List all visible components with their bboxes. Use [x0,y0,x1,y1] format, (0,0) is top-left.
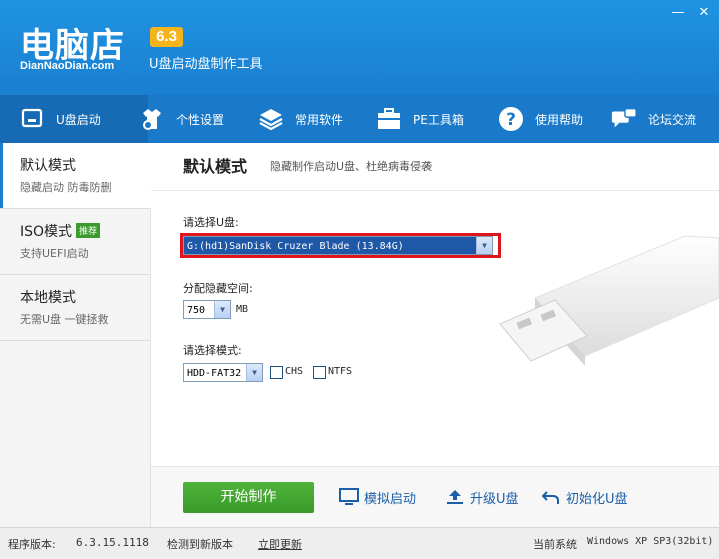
new-version-text: 检测到新版本 [167,538,233,551]
recommended-badge: 推荐 [76,223,101,238]
mode-select-value: HDD-FAT32 [187,368,242,379]
sidebar-item-default-mode[interactable]: 默认模式 隐藏启动 防毒防删 [0,143,151,209]
chs-checkbox[interactable] [270,366,283,379]
close-icon[interactable]: ✕ [697,6,711,20]
nav-item-label: PE工具箱 [413,112,464,127]
nav-item-label: 使用帮助 [535,112,584,127]
nav-item-software[interactable]: 常用软件 [257,95,343,143]
status-bar: 程序版本: 6.3.15.1118 检测到新版本 立即更新 当前系统 Windo… [0,527,719,559]
app-window: 电脑店 DianNaoDian.com 6.3 U盘启动盘制作工具 — ✕ U盘… [0,0,719,559]
nav-item-label: 常用软件 [295,112,344,127]
stack-layers-icon [257,105,285,133]
page-subtitle: 隐藏制作启动U盘、杜绝病毒侵袭 [270,160,433,173]
main-nav: U盘启动 个性设置 常用软件 PE工具箱 ? 使用帮助 论坛交流 [0,95,719,143]
svg-text:?: ? [506,110,516,130]
sidebar-item-desc: 支持UEFI启动 [20,247,89,260]
help-icon: ? [497,105,525,133]
page-title: 默认模式 [183,157,248,176]
shirt-gear-icon [138,105,166,133]
divider [151,190,719,191]
mode-select[interactable]: HDD-FAT32 ▼ [183,363,263,382]
hidden-space-label: 分配隐藏空间: [183,282,253,295]
highlight-box [180,233,501,258]
minimize-icon[interactable]: — [671,6,685,20]
chs-label: CHS [285,366,304,377]
system-label: 当前系统 [533,538,577,551]
update-now-link[interactable]: 立即更新 [258,536,302,552]
sidebar-item-iso-mode[interactable]: ISO模式 推荐 支持UEFI启动 [0,209,150,275]
sidebar: 默认模式 隐藏启动 防毒防删 ISO模式 推荐 支持UEFI启动 本地模式 无需U… [0,143,151,527]
undo-icon [541,491,559,504]
sidebar-item-title: 默认模式 [20,158,76,174]
init-usb-label: 初始化U盘 [566,491,628,507]
nav-item-pe-toolbox[interactable]: PE工具箱 [375,95,464,143]
version-label: 程序版本: [8,538,56,551]
select-drive-label: 请选择U盘: [183,216,239,229]
usb-illustration [499,235,719,366]
sidebar-item-desc: 隐藏启动 防毒防删 [20,181,112,194]
nav-item-forum[interactable]: 论坛交流 [610,95,696,143]
hidden-space-unit: MB [236,304,249,315]
ntfs-label: NTFS [328,366,353,377]
header: 电脑店 DianNaoDian.com 6.3 U盘启动盘制作工具 — ✕ [0,0,719,95]
active-indicator [0,143,3,208]
version-value: 6.3.15.1118 [76,536,149,549]
mode-label: 请选择模式: [183,344,242,357]
chevron-down-icon[interactable]: ▼ [246,364,262,381]
nav-item-label: 论坛交流 [648,112,697,127]
simulate-boot-label: 模拟启动 [364,491,417,507]
app-logo-subtext: DianNaoDian.com [20,60,115,72]
system-value: Windows XP SP3(32bit) [587,536,714,547]
upload-icon [447,490,463,504]
toolbox-icon [375,105,403,133]
app-tagline: U盘启动盘制作工具 [149,57,263,72]
monitor-icon [339,488,359,505]
sidebar-item-title: 本地模式 [20,290,76,306]
sidebar-item-title: ISO模式 推荐 [20,221,101,241]
nav-item-label: U盘启动 [56,112,101,127]
start-button[interactable]: 开始制作 [183,482,314,513]
upgrade-usb-button[interactable]: 升级U盘 [445,485,519,509]
init-usb-button[interactable]: 初始化U盘 [541,485,628,509]
hidden-space-value: 750 [187,305,206,316]
sidebar-item-title-text: ISO模式 [20,224,73,240]
chat-bubbles-icon [610,105,638,133]
usb-drive-icon [18,105,46,133]
nav-item-personalize[interactable]: 个性设置 [138,95,224,143]
nav-item-usb-boot[interactable]: U盘启动 [0,95,148,143]
nav-item-label: 个性设置 [176,112,225,127]
ntfs-checkbox[interactable] [313,366,326,379]
sidebar-item-local-mode[interactable]: 本地模式 无需U盘 一键拯救 [0,275,150,341]
upgrade-usb-label: 升级U盘 [470,491,519,507]
nav-item-help[interactable]: ? 使用帮助 [497,95,583,143]
sidebar-item-desc: 无需U盘 一键拯救 [20,313,109,326]
version-badge: 6.3 [150,27,183,47]
hidden-space-select[interactable]: 750 ▼ [183,300,231,319]
simulate-boot-button[interactable]: 模拟启动 [339,485,416,509]
chevron-down-icon[interactable]: ▼ [214,301,230,318]
